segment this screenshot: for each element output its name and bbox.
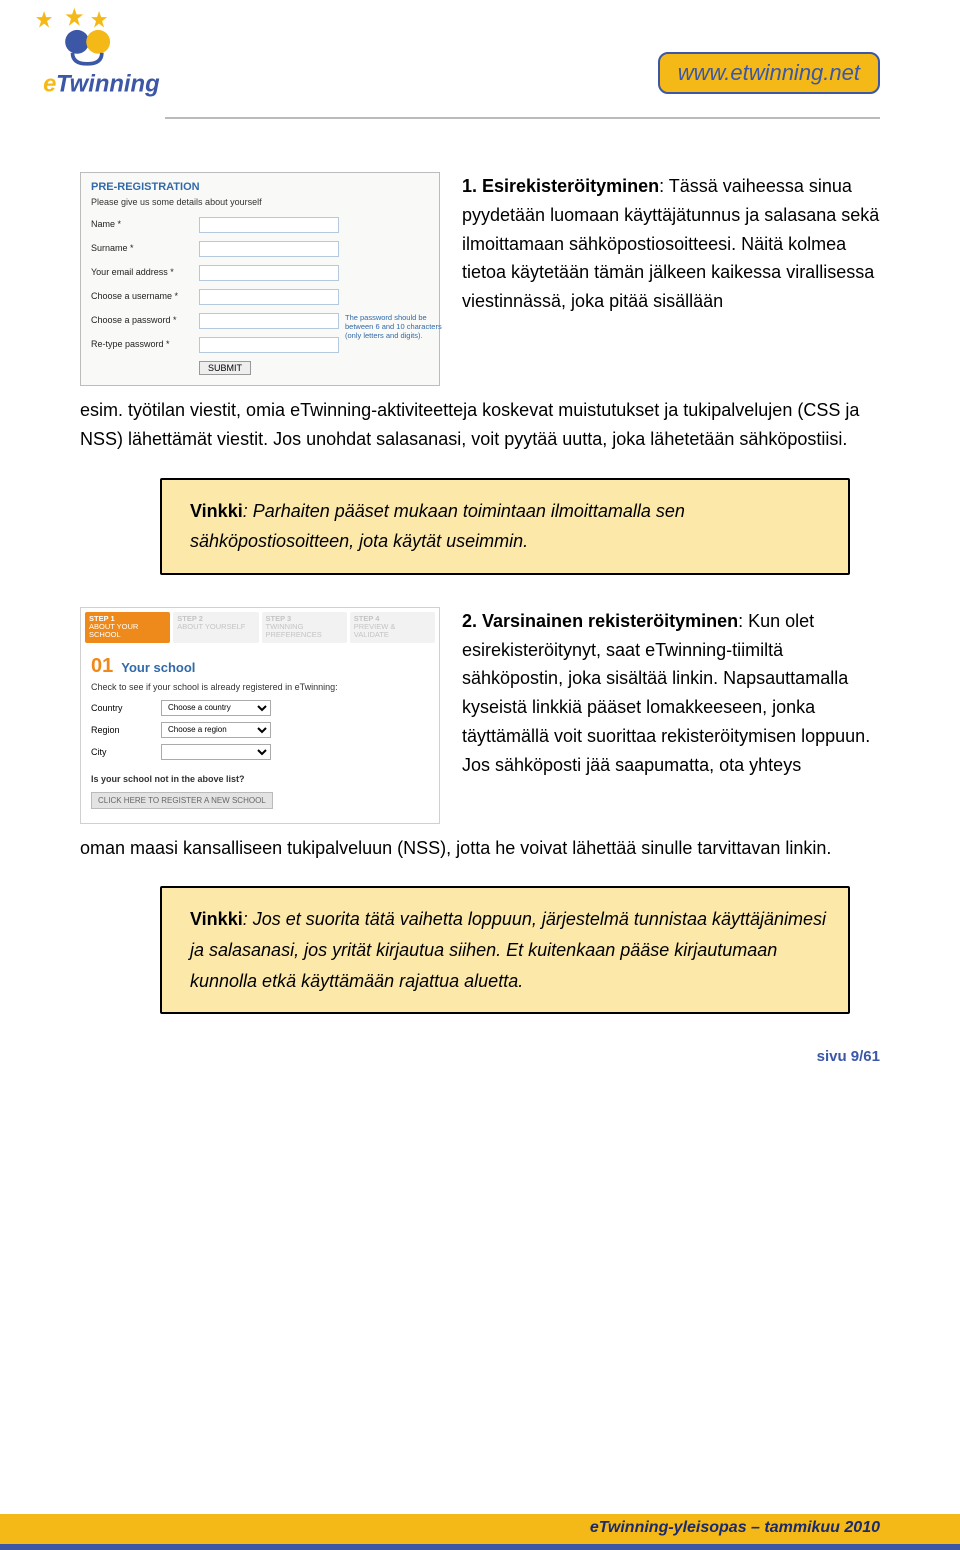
page-number: sivu 9/61 <box>80 1048 880 1065</box>
section1-bottom-paragraph: esim. työtilan viestit, omia eTwinning-a… <box>80 396 880 454</box>
username-label: Choose a username * <box>91 289 199 301</box>
country-select[interactable]: Choose a country <box>161 700 271 716</box>
header-divider <box>165 117 880 119</box>
school-not-in-list-text: Is your school not in the above list? <box>85 766 435 788</box>
step-tabs: STEP 1 ABOUT YOUR SCHOOL STEP 2 ABOUT YO… <box>85 612 435 643</box>
password-label: Choose a password * <box>91 313 199 325</box>
section1-text-a: : Tässä vaiheessa sinua pyydetään luomaa… <box>462 176 879 311</box>
section2-top-paragraph: 2. Varsinainen rekisteröityminen: Kun ol… <box>462 607 880 808</box>
tip1-text: : Parhaiten pääset mukaan toimintaan ilm… <box>190 501 685 552</box>
url-badge: www.etwinning.net <box>658 52 880 94</box>
school-check-text: Check to see if your school is already r… <box>85 682 435 692</box>
step3-label: TWINNING PREFERENCES <box>266 622 322 639</box>
tip2-label: Vinkki <box>190 909 243 929</box>
svg-text:Twinning: Twinning <box>56 70 160 97</box>
name-label: Name * <box>91 217 199 229</box>
password-hint: The password should be between 6 and 10 … <box>345 313 445 340</box>
school-title: Your school <box>121 660 195 675</box>
section1-title: 1. Esirekisteröityminen <box>462 176 659 196</box>
tip1-label: Vinkki <box>190 501 243 521</box>
country-label: Country <box>91 703 161 713</box>
svg-text:e: e <box>43 70 56 97</box>
step2-label: ABOUT YOURSELF <box>177 622 245 631</box>
step1-label: ABOUT YOUR SCHOOL <box>89 622 138 639</box>
region-select[interactable]: Choose a region <box>161 722 271 738</box>
username-input[interactable] <box>199 289 339 305</box>
section1-top-paragraph: 1. Esirekisteröityminen: Tässä vaiheessa… <box>462 172 880 370</box>
city-select[interactable] <box>161 744 271 760</box>
footer-accent-bar <box>0 1544 960 1550</box>
pre-registration-form: PRE-REGISTRATION Please give us some det… <box>80 172 440 386</box>
submit-button[interactable]: SUBMIT <box>199 361 251 375</box>
footer-text: eTwinning-yleisopas – tammikuu 2010 <box>0 1514 960 1544</box>
tip-box-1: Vinkki: Parhaiten pääset mukaan toiminta… <box>160 478 850 575</box>
page-header: e Twinning www.etwinning.net <box>80 12 880 122</box>
tab-step4[interactable]: STEP 4 PREVIEW & VALIDATE <box>350 612 435 643</box>
tab-step1[interactable]: STEP 1 ABOUT YOUR SCHOOL <box>85 612 170 643</box>
name-input[interactable] <box>199 217 339 233</box>
school-step-number: 01 <box>91 655 113 678</box>
tip-box-2: Vinkki: Jos et suorita tätä vaihetta lop… <box>160 886 850 1014</box>
password-input[interactable] <box>199 313 339 329</box>
retype-input[interactable] <box>199 337 339 353</box>
prereg-title: PRE-REGISTRATION <box>91 181 429 193</box>
email-label: Your email address * <box>91 265 199 277</box>
page-footer: eTwinning-yleisopas – tammikuu 2010 <box>0 1514 960 1550</box>
retype-label: Re-type password * <box>91 337 199 349</box>
section2-bottom-paragraph: oman maasi kansalliseen tukipalveluun (N… <box>80 834 880 863</box>
tip2-text: : Jos et suorita tätä vaihetta loppuun, … <box>190 909 826 990</box>
email-input[interactable] <box>199 265 339 281</box>
section2-text-a: : Kun olet esirekisteröitynyt, saat eTwi… <box>462 611 870 775</box>
city-label: City <box>91 747 161 757</box>
region-label: Region <box>91 725 161 735</box>
step4-label: PREVIEW & VALIDATE <box>354 622 396 639</box>
section2-title: 2. Varsinainen rekisteröityminen <box>462 611 738 631</box>
surname-input[interactable] <box>199 241 339 257</box>
school-registration-form: STEP 1 ABOUT YOUR SCHOOL STEP 2 ABOUT YO… <box>80 607 440 824</box>
register-new-school-button[interactable]: CLICK HERE TO REGISTER A NEW SCHOOL <box>91 792 273 809</box>
tab-step2[interactable]: STEP 2 ABOUT YOURSELF <box>173 612 258 643</box>
surname-label: Surname * <box>91 241 199 253</box>
prereg-subtitle: Please give us some details about yourse… <box>91 197 429 207</box>
tab-step3[interactable]: STEP 3 TWINNING PREFERENCES <box>262 612 347 643</box>
etwinning-logo: e Twinning <box>25 7 175 122</box>
